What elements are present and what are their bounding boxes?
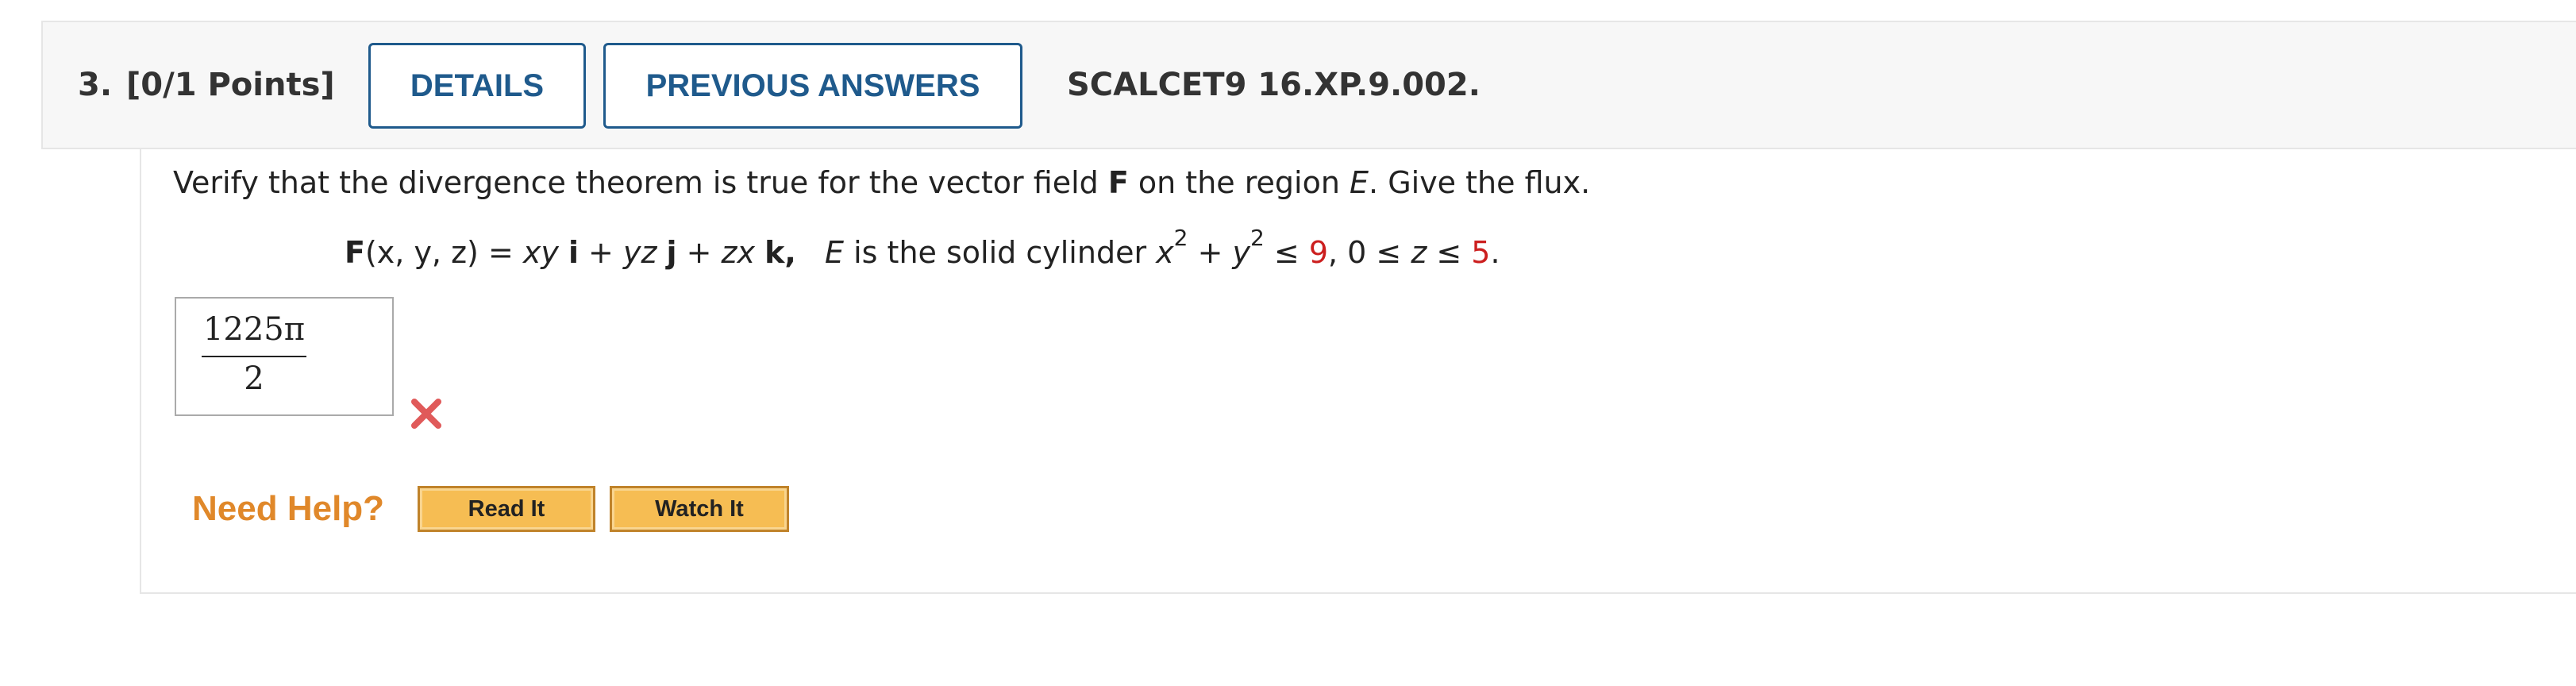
question-code: SCALCET9 16.XP.9.002. — [1067, 67, 1481, 103]
read-it-button[interactable]: Read It — [418, 486, 595, 532]
need-help-label: Need Help? — [192, 489, 385, 528]
prompt-field-symbol: F — [1107, 165, 1129, 200]
question-header: 3. [0/1 Points] DETAILS PREVIOUS ANSWERS… — [41, 21, 2576, 149]
fraction-bar — [202, 356, 306, 357]
x-mark-icon — [411, 399, 441, 429]
points-label: [0/1 Points] — [126, 67, 335, 103]
question-prompt: Verify that the divergence theorem is tr… — [173, 165, 1590, 200]
prompt-text: . Give the flux. — [1369, 165, 1591, 200]
radius-squared-value: 9 — [1308, 235, 1328, 270]
answer-denominator: 2 — [244, 360, 264, 397]
question-number: 3. — [78, 67, 113, 103]
answer-numerator: 1225π — [202, 311, 306, 348]
previous-answers-button[interactable]: PREVIOUS ANSWERS — [603, 43, 1022, 129]
prompt-text: on the region — [1128, 165, 1350, 200]
vector-field-formula: F(x, y, z) = xy i + yz j + zx k, E is th… — [345, 225, 1500, 271]
prompt-text: Verify that the divergence theorem is tr… — [173, 165, 1108, 200]
height-value: 5 — [1471, 235, 1491, 270]
prompt-region-symbol: E — [1350, 165, 1369, 200]
answer-input[interactable]: 1225π 2 — [175, 297, 394, 416]
details-button[interactable]: DETAILS — [368, 43, 586, 129]
question-body: Verify that the divergence theorem is tr… — [140, 149, 2576, 594]
watch-it-button[interactable]: Watch It — [610, 486, 789, 532]
